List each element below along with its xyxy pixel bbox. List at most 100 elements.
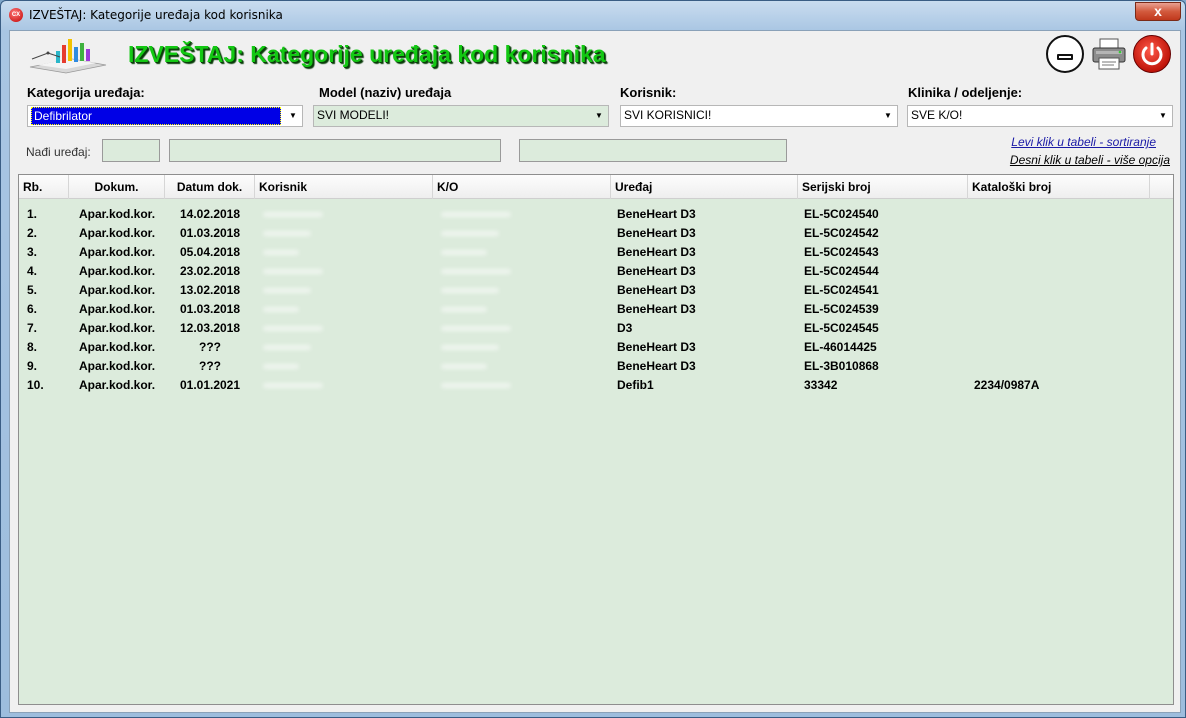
column-header-ko[interactable]: K/O xyxy=(433,175,611,199)
cell-uredjaj: D3 xyxy=(617,321,633,335)
cell-korisnik-redacted xyxy=(263,364,299,369)
cell-datum: 13.02.2018 xyxy=(179,283,241,297)
cell-datum: ??? xyxy=(199,359,221,373)
chevron-down-icon[interactable]: ▼ xyxy=(590,106,608,126)
cell-dokum: Apar.kod.kor. xyxy=(79,378,156,392)
cell-korisnik-redacted xyxy=(263,345,311,350)
cell-ko-redacted xyxy=(441,269,511,274)
cell-rb: 6. xyxy=(27,302,38,316)
cell-korisnik-redacted xyxy=(263,326,323,331)
cell-dokum: Apar.kod.kor. xyxy=(79,359,156,373)
cell-ko-redacted xyxy=(441,326,511,331)
table-row[interactable]: 5. Apar.kod.kor. 13.02.2018 BeneHeart D3 EL-… xyxy=(19,281,1173,300)
table-row[interactable]: 2. Apar.kod.kor. 01.03.2018 BeneHeart D3 EL-… xyxy=(19,224,1173,243)
cell-serijski: 33342 xyxy=(804,378,838,392)
cell-serijski: EL-3B010868 xyxy=(804,359,879,373)
cell-ko-redacted xyxy=(441,364,487,369)
cell-serijski: EL-5C024544 xyxy=(804,264,879,278)
sort-hint-link[interactable]: Levi klik u tabeli - sortiranje xyxy=(1011,135,1156,149)
cell-uredjaj: BeneHeart D3 xyxy=(617,283,696,297)
cell-dokum: Apar.kod.kor. xyxy=(79,226,156,240)
cell-dokum: Apar.kod.kor. xyxy=(79,207,156,221)
table-row[interactable]: 9. Apar.kod.kor.??? BeneHeart D3 EL-3B01086… xyxy=(19,357,1173,376)
find-label: Nađi uređaj: xyxy=(26,145,91,159)
cell-uredjaj: BeneHeart D3 xyxy=(617,245,696,259)
cell-dokum: Apar.kod.kor. xyxy=(79,283,156,297)
table-row[interactable]: 10. Apar.kod.kor. 01.01.2021 Defib1 33342 223… xyxy=(19,376,1173,395)
minimize-icon xyxy=(1057,54,1073,60)
chevron-down-icon[interactable]: ▼ xyxy=(879,106,897,126)
cell-korisnik-redacted xyxy=(263,383,323,388)
user-label: Korisnik: xyxy=(620,85,677,100)
cell-rb: 2. xyxy=(27,226,38,240)
cell-dokum: Apar.kod.kor. xyxy=(79,264,156,278)
column-header-uredjaj[interactable]: Uređaj xyxy=(611,175,798,199)
column-header-katalog[interactable]: Kataloški broj xyxy=(968,175,1150,199)
results-table[interactable]: Rb. Dokum. Datum dok. Korisnik K/O Uređa… xyxy=(18,174,1174,705)
column-header-korisnik[interactable]: Korisnik xyxy=(255,175,433,199)
cell-serijski: EL-5C024541 xyxy=(804,283,879,297)
cell-ko-redacted xyxy=(441,307,487,312)
cell-korisnik-redacted xyxy=(263,269,323,274)
table-row[interactable]: 3. Apar.kod.kor. 05.04.2018 BeneHeart D3 EL-… xyxy=(19,243,1173,262)
cell-serijski: EL-5C024543 xyxy=(804,245,879,259)
cell-rb: 5. xyxy=(27,283,38,297)
find-input[interactable] xyxy=(169,139,501,162)
app-window: CX IZVEŠTAJ: Kategorije uređaja kod kori… xyxy=(0,0,1186,718)
cell-ko-redacted xyxy=(441,383,511,388)
cell-datum: 01.03.2018 xyxy=(179,302,241,316)
table-row[interactable]: 7. Apar.kod.kor. 12.03.2018 D3 EL-5C024545 xyxy=(19,319,1173,338)
user-select[interactable]: SVI KORISNICI! ▼ xyxy=(620,105,898,127)
chevron-down-icon[interactable]: ▼ xyxy=(284,106,302,126)
model-label: Model (naziv) uređaja xyxy=(319,85,452,100)
find-input-secondary[interactable] xyxy=(519,139,787,162)
column-header-dokum[interactable]: Dokum. xyxy=(69,175,165,199)
cell-datum: 01.01.2021 xyxy=(179,378,241,392)
table-row[interactable]: 4. Apar.kod.kor. 23.02.2018 BeneHeart D3 EL-… xyxy=(19,262,1173,281)
cell-serijski: EL-5C024545 xyxy=(804,321,879,335)
title-bar[interactable]: CX IZVEŠTAJ: Kategorije uređaja kod kori… xyxy=(1,1,1185,29)
cell-rb: 10. xyxy=(27,378,44,392)
cell-serijski: EL-5C024539 xyxy=(804,302,879,316)
cell-dokum: Apar.kod.kor. xyxy=(79,302,156,316)
table-row[interactable]: 6. Apar.kod.kor. 01.03.2018 BeneHeart D3 EL-… xyxy=(19,300,1173,319)
column-header-rb[interactable]: Rb. xyxy=(19,175,69,199)
exit-button[interactable] xyxy=(1133,35,1171,73)
column-header-serijski[interactable]: Serijski broj xyxy=(798,175,968,199)
cell-dokum: Apar.kod.kor. xyxy=(79,340,156,354)
find-input-short[interactable] xyxy=(102,139,160,162)
category-label: Kategorija uređaja: xyxy=(27,85,145,100)
chevron-down-icon[interactable]: ▼ xyxy=(1154,106,1172,126)
printer-icon[interactable] xyxy=(1090,35,1128,73)
cell-datum: 05.04.2018 xyxy=(179,245,241,259)
cell-uredjaj: BeneHeart D3 xyxy=(617,340,696,354)
model-select[interactable]: SVI MODELI! ▼ xyxy=(313,105,609,127)
cell-uredjaj: BeneHeart D3 xyxy=(617,359,696,373)
cell-dokum: Apar.kod.kor. xyxy=(79,321,156,335)
client-area: IZVEŠTAJ: Kategorije uređaja kod korisni… xyxy=(9,30,1181,713)
window-title: IZVEŠTAJ: Kategorije uređaja kod korisni… xyxy=(29,8,283,22)
table-row[interactable]: 1. Apar.kod.kor. 14.02.2018 BeneHeart D3 EL-… xyxy=(19,205,1173,224)
cell-uredjaj: BeneHeart D3 xyxy=(617,264,696,278)
cell-datum: 12.03.2018 xyxy=(179,321,241,335)
options-hint-link[interactable]: Desni klik u tabeli - više opcija xyxy=(1010,153,1170,167)
clinic-select[interactable]: SVE K/O! ▼ xyxy=(907,105,1173,127)
window-close-button[interactable]: x xyxy=(1135,2,1181,21)
minimize-button[interactable] xyxy=(1046,35,1084,73)
category-value: Defibrilator xyxy=(31,107,281,125)
cell-serijski: EL-5C024540 xyxy=(804,207,879,221)
power-icon xyxy=(1141,42,1163,66)
cell-dokum: Apar.kod.kor. xyxy=(79,245,156,259)
column-header-datum[interactable]: Datum dok. xyxy=(165,175,255,199)
category-select[interactable]: Defibrilator ▼ xyxy=(27,105,303,127)
cell-korisnik-redacted xyxy=(263,307,299,312)
cell-ko-redacted xyxy=(441,231,499,236)
cell-ko-redacted xyxy=(441,345,499,350)
clinic-label: Klinika / odeljenje: xyxy=(908,85,1023,100)
column-header-spacer xyxy=(1150,175,1173,199)
table-header: Rb. Dokum. Datum dok. Korisnik K/O Uređa… xyxy=(19,175,1173,199)
table-row[interactable]: 8. Apar.kod.kor.??? BeneHeart D3 EL-4601442… xyxy=(19,338,1173,357)
cell-rb: 4. xyxy=(27,264,38,278)
cell-uredjaj: Defib1 xyxy=(617,378,654,392)
report-chart-logo xyxy=(29,39,107,74)
